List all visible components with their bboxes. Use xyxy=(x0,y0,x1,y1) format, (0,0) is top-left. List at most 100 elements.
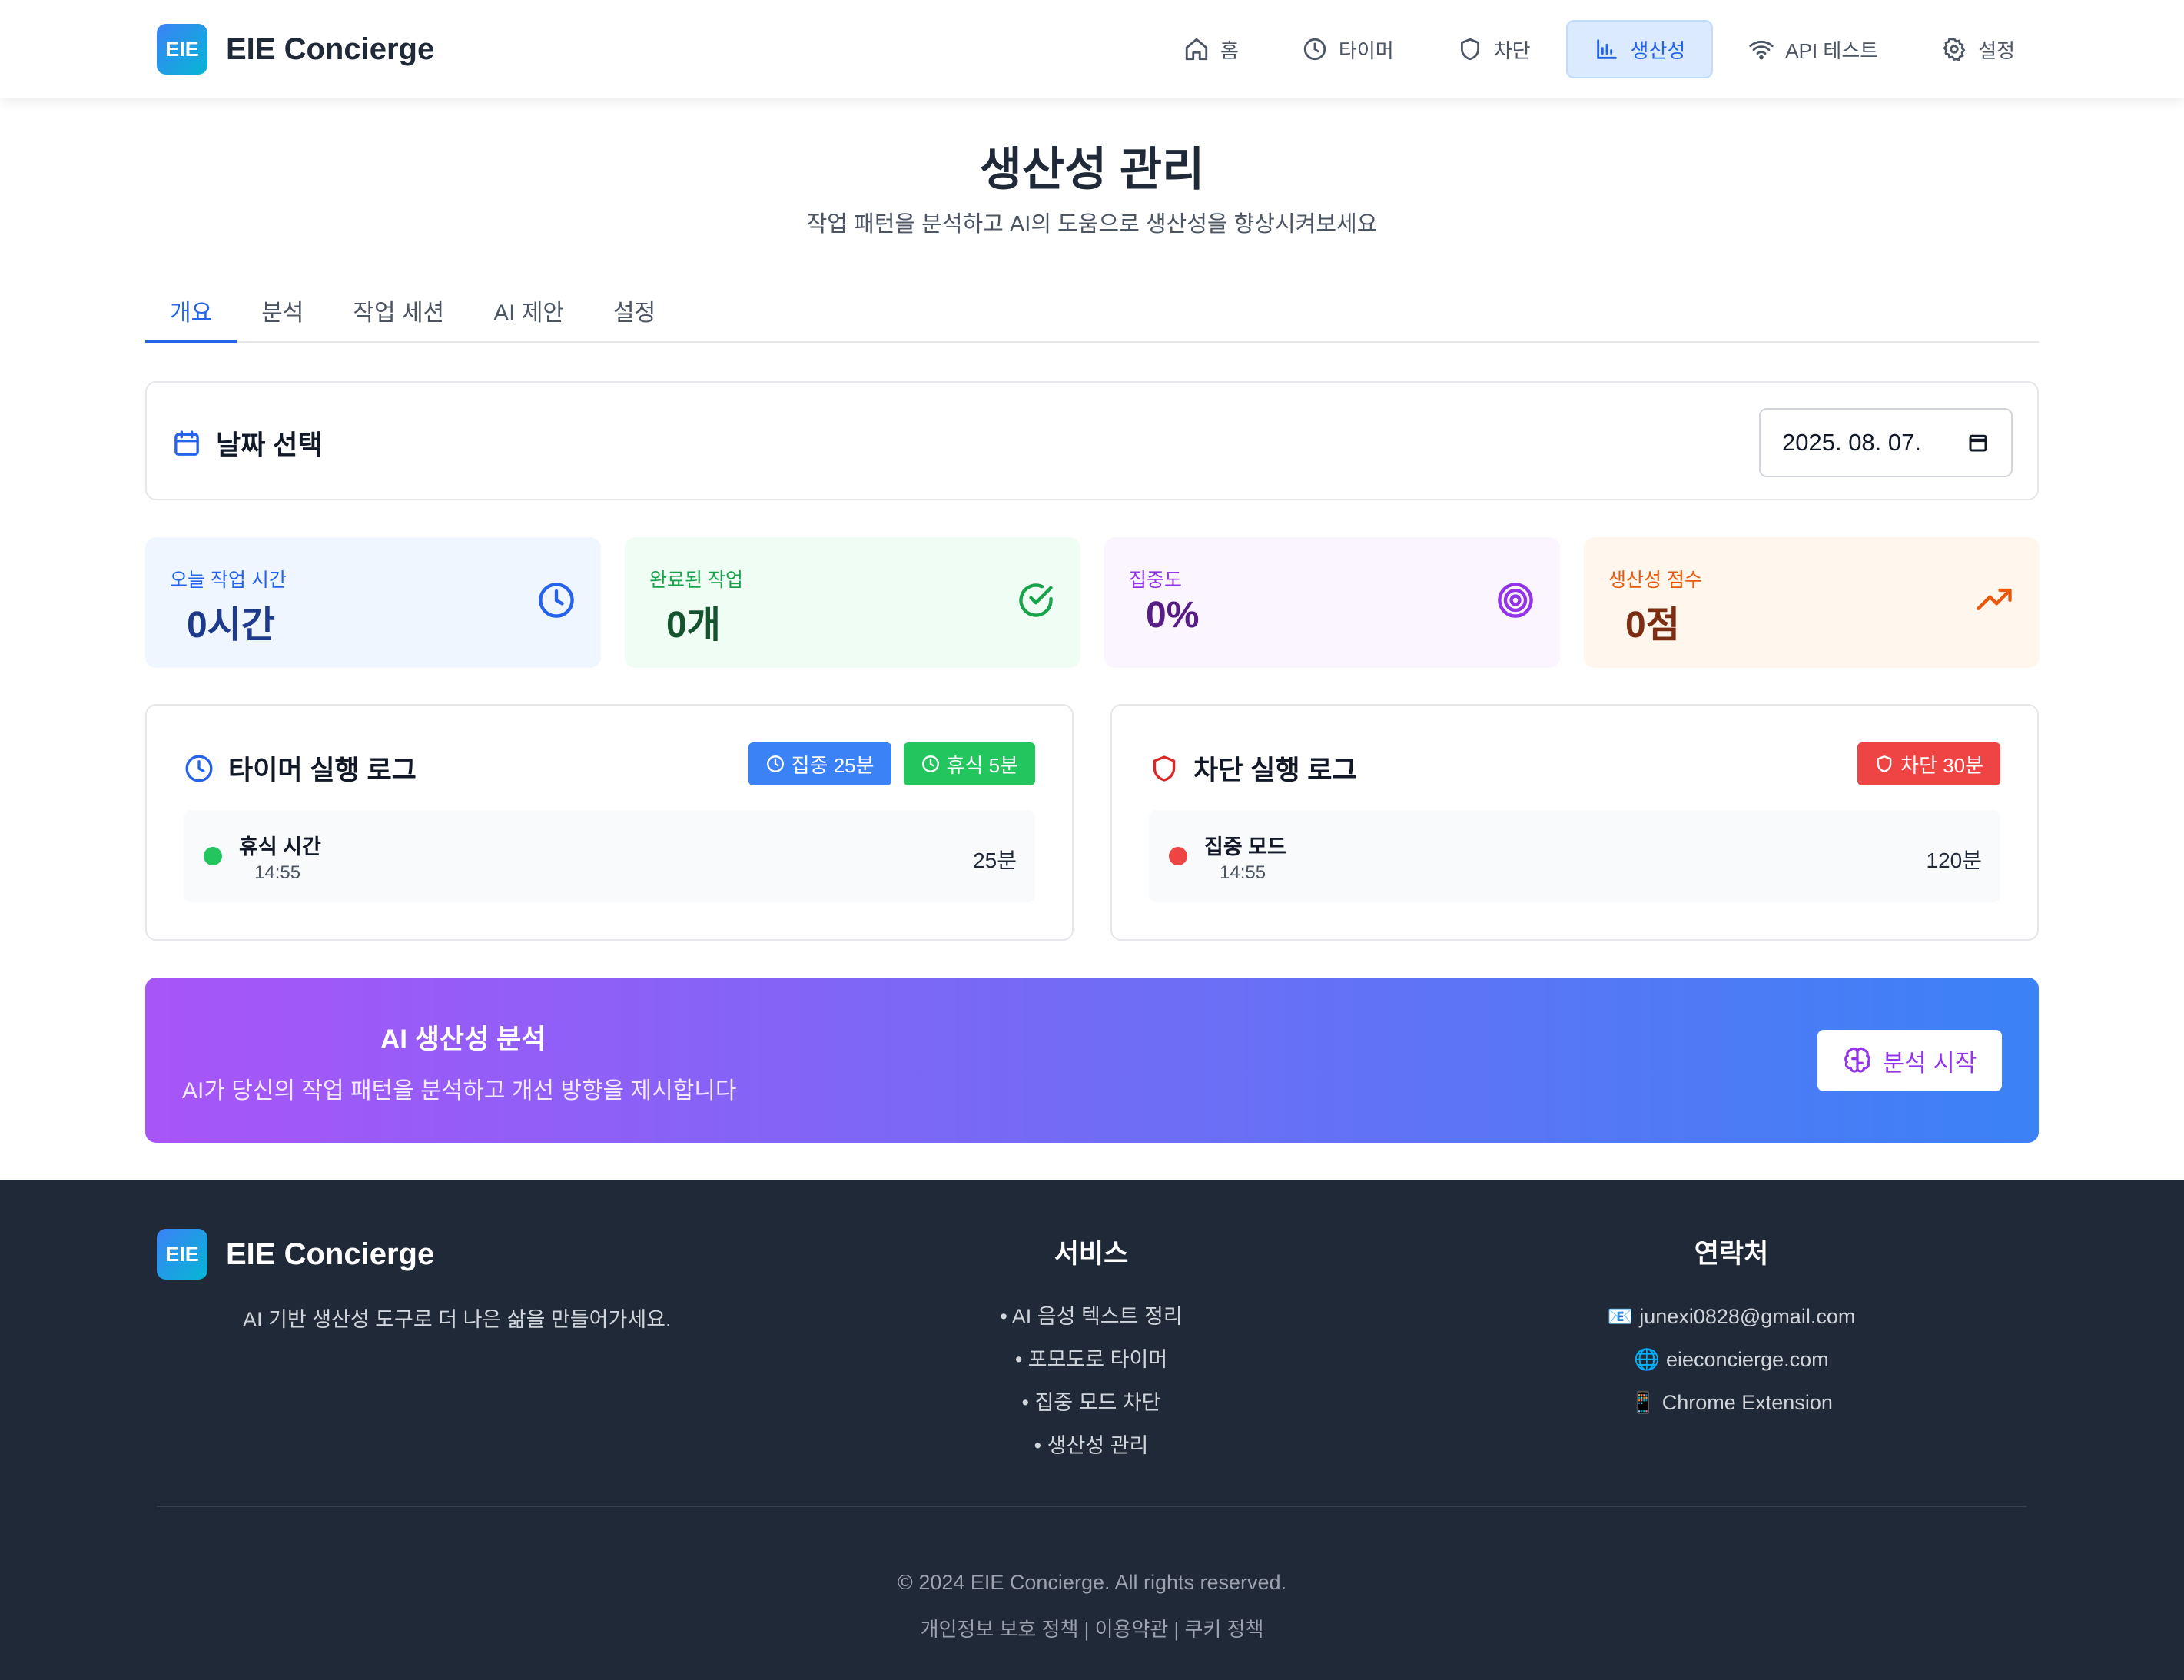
nav-productivity-label: 생산성 xyxy=(1630,38,1686,62)
nav-home[interactable]: 홈 xyxy=(1156,20,1266,78)
clock-icon xyxy=(184,753,214,784)
nav-timer[interactable]: 타이머 xyxy=(1274,20,1422,78)
timer-log-title: 타이머 실행 로그 xyxy=(228,755,417,785)
date-selector-header: 날짜 선택 xyxy=(171,423,323,463)
date-selector-title: 날짜 선택 xyxy=(216,430,323,460)
footer-contact-email[interactable]: 📧 junexi0828@gmail.com xyxy=(1539,1295,1923,1338)
stat-value: 0점 xyxy=(1625,605,1680,646)
footer-logo-badge: EIE xyxy=(157,1229,207,1280)
nav-api-test[interactable]: API 테스트 xyxy=(1721,20,1906,78)
stat-label: 오늘 작업 시간 xyxy=(170,569,287,591)
calendar-icon xyxy=(171,428,202,459)
footer-services-title: 서비스 xyxy=(1054,1239,1129,1269)
nav-block[interactable]: 차단 xyxy=(1429,20,1558,78)
stat-completed-tasks: 완료된 작업 0개 xyxy=(625,537,1080,668)
bar-chart-icon xyxy=(1594,36,1620,62)
brand[interactable]: EIE EIE Concierge xyxy=(157,24,434,75)
log-entry-name: 집중 모드 xyxy=(1204,835,1286,858)
status-dot xyxy=(1169,847,1187,865)
nav-block-label: 차단 xyxy=(1493,38,1531,62)
footer-service-item[interactable]: • 집중 모드 차단 xyxy=(938,1381,1245,1424)
date-input-value: 2025. 08. 07. xyxy=(1782,429,1921,456)
footer-service-item[interactable]: • 생산성 관리 xyxy=(938,1424,1245,1467)
break-5-badge[interactable]: 휴식 5분 xyxy=(903,742,1035,785)
globe-icon: 🌐 xyxy=(1634,1348,1660,1371)
main-nav: 홈 타이머 차단 생산성 API 테스트 설정 xyxy=(1156,20,2043,78)
block-30-badge-label: 차단 30분 xyxy=(1900,753,1983,777)
tab-settings[interactable]: 설정 xyxy=(589,281,680,343)
nav-settings-label: 설정 xyxy=(1978,38,2016,62)
clock-icon xyxy=(536,580,576,620)
nav-home-label: 홈 xyxy=(1220,38,1239,62)
block-log-title: 차단 실행 로그 xyxy=(1193,755,1357,785)
nav-settings[interactable]: 설정 xyxy=(1913,20,2043,78)
footer-contact-website[interactable]: 🌐 eieconcierge.com xyxy=(1539,1338,1923,1381)
timer-log-entry: 휴식 시간 14:55 25분 xyxy=(184,810,1035,902)
logo-badge: EIE xyxy=(157,24,207,75)
ai-banner-title: AI 생산성 분석 xyxy=(380,1024,546,1054)
contact-email-text: junexi0828@gmail.com xyxy=(1639,1305,1856,1328)
footer-service-item[interactable]: • 포모도로 타이머 xyxy=(938,1338,1245,1381)
shield-icon xyxy=(1874,754,1894,774)
break-5-badge-label: 휴식 5분 xyxy=(946,753,1018,777)
footer-policy-links[interactable]: 개인정보 보호 정책 | 이용약관 | 쿠키 정책 xyxy=(0,1614,2184,1642)
contact-extension-text: Chrome Extension xyxy=(1661,1391,1833,1414)
timer-badges: 집중 25분 휴식 5분 xyxy=(748,742,1035,785)
brand-name: EIE Concierge xyxy=(226,32,435,66)
date-input[interactable]: 2025. 08. 07. xyxy=(1759,408,2013,477)
target-icon xyxy=(1495,580,1535,620)
tab-analysis[interactable]: 분석 xyxy=(237,281,328,343)
tab-overview[interactable]: 개요 xyxy=(145,281,237,343)
block-log-card: 차단 실행 로그 차단 30분 집중 모드 14:55 120분 xyxy=(1110,704,2039,941)
footer-service-item[interactable]: • AI 음성 텍스트 정리 xyxy=(938,1295,1245,1338)
timer-log-header: 타이머 실행 로그 xyxy=(184,749,417,788)
footer: EIE EIE Concierge AI 기반 생산성 도구로 더 나은 삶을 … xyxy=(0,1180,2184,1680)
wifi-icon xyxy=(1748,36,1774,62)
stat-label: 집중도 xyxy=(1129,569,1183,591)
timer-log-card: 타이머 실행 로그 집중 25분 휴식 5분 휴식 시간 14:55 25분 xyxy=(145,704,1074,941)
stat-value: 0개 xyxy=(666,605,721,646)
focus-25-badge-label: 집중 25분 xyxy=(791,753,875,777)
stat-focus: 집중도 0% xyxy=(1104,537,1560,668)
block-30-badge[interactable]: 차단 30분 xyxy=(1857,742,2000,785)
home-icon xyxy=(1183,36,1210,62)
footer-contact-extension[interactable]: 📱 Chrome Extension xyxy=(1539,1381,1923,1424)
log-entry-time: 14:55 xyxy=(1220,862,1266,883)
footer-brand[interactable]: EIE EIE Concierge xyxy=(157,1229,434,1280)
footer-contact-list: 📧 junexi0828@gmail.com 🌐 eieconcierge.com … xyxy=(1539,1295,1923,1424)
footer-tagline: AI 기반 생산성 도구로 더 나은 삶을 만들어가세요. xyxy=(243,1308,672,1331)
clock-icon xyxy=(921,754,941,774)
nav-api-test-label: API 테스트 xyxy=(1785,38,1879,62)
tab-ai-suggestions[interactable]: AI 제안 xyxy=(469,281,589,343)
log-entry-name: 휴식 시간 xyxy=(239,835,321,858)
shield-icon xyxy=(1149,753,1180,784)
clock-icon xyxy=(765,754,785,774)
stat-value: 0시간 xyxy=(187,605,276,646)
stat-work-time: 오늘 작업 시간 0시간 xyxy=(145,537,601,668)
stat-productivity-score: 생산성 점수 0점 xyxy=(1584,537,2040,668)
footer-brand-name: EIE Concierge xyxy=(226,1237,435,1271)
footer-contact-title: 연락처 xyxy=(1694,1239,1769,1269)
stat-label: 생산성 점수 xyxy=(1608,569,1702,591)
log-entry-duration: 120분 xyxy=(1926,848,1982,872)
status-dot xyxy=(204,847,222,865)
page-subtitle: 작업 패턴을 분석하고 AI의 도움으로 생산성을 향상시켜보세요 xyxy=(806,212,1378,237)
check-circle-icon xyxy=(1016,580,1056,620)
contact-website-text: eieconcierge.com xyxy=(1666,1348,1829,1371)
date-selector-card: 날짜 선택 2025. 08. 07. xyxy=(145,381,2039,500)
ai-banner-description: AI가 당신의 작업 패턴을 분석하고 개선 방향을 제시합니다 xyxy=(182,1078,737,1104)
clock-icon xyxy=(1302,36,1328,62)
tab-work-sessions[interactable]: 작업 세션 xyxy=(328,281,469,343)
brain-icon xyxy=(1843,1046,1872,1075)
trending-up-icon xyxy=(1975,580,2015,620)
focus-25-badge[interactable]: 집중 25분 xyxy=(748,742,891,785)
nav-productivity[interactable]: 생산성 xyxy=(1565,20,1714,78)
footer-divider xyxy=(157,1506,2027,1507)
start-analysis-button[interactable]: 분석 시작 xyxy=(1817,1030,2002,1091)
block-log-header: 차단 실행 로그 xyxy=(1149,749,1357,788)
footer-copyright: © 2024 EIE Concierge. All rights reserve… xyxy=(897,1571,1287,1594)
block-badges: 차단 30분 xyxy=(1857,742,2000,785)
stat-label: 완료된 작업 xyxy=(649,569,743,591)
phone-icon: 📱 xyxy=(1630,1391,1656,1414)
calendar-picker-icon[interactable] xyxy=(1967,431,1990,454)
